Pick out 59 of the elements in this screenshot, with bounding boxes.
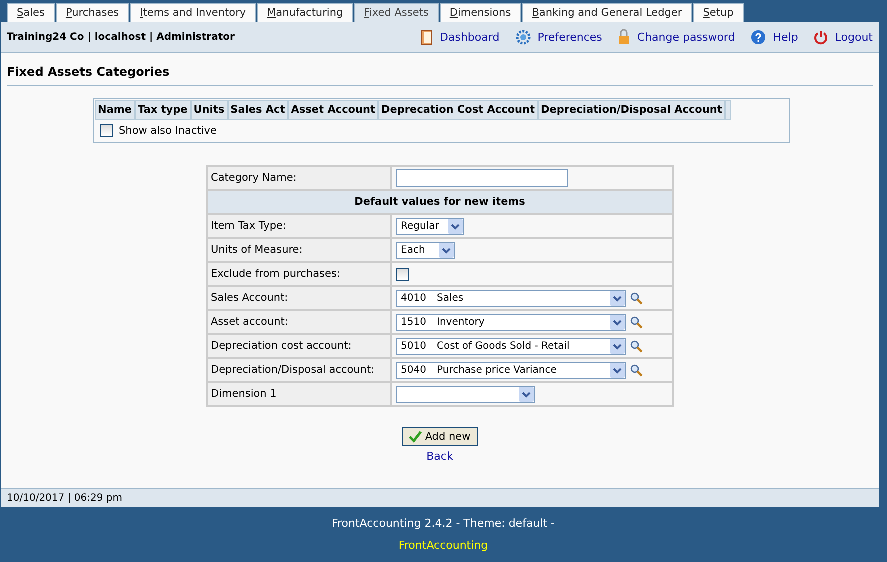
column-header [725,100,732,120]
company-info: Training24 Co | localhost | Administrator [7,32,236,42]
select-field[interactable]: 4010 Sales [396,290,626,306]
header-link[interactable]: Help [751,30,798,44]
menu-tab[interactable]: Sales [7,3,55,22]
field-label: Depreciation cost account: [207,334,391,358]
select-field[interactable]: Regular [396,218,464,234]
checkmark-icon [409,430,422,442]
search-icon[interactable] [630,292,643,304]
checkbox-label: Show also Inactive [119,124,217,136]
field-label: Depreciation/Disposal account: [207,358,391,382]
footer-text: FrontAccounting 2.4.2 - Theme: default - [330,517,556,530]
book-icon [421,30,434,44]
field-label: Category Name: [207,166,391,190]
column-header: Sales Act [228,100,288,120]
add-button[interactable]: Add new [402,427,478,446]
field-label: Item Tax Type: [207,214,391,238]
search-icon[interactable] [630,364,643,376]
select-field[interactable]: 5040 Purchase price Variance [396,362,626,378]
menu-tab[interactable]: Manufacturing [257,3,354,22]
column-header: Asset Account [288,100,378,120]
field-label: Dimension 1 [207,382,391,406]
header-link[interactable]: Dashboard [421,30,500,44]
column-header: Depreciation/Disposal Account [538,100,726,120]
header-link[interactable]: Logout [814,30,873,44]
search-icon[interactable] [630,340,643,352]
menu-tab[interactable]: Fixed Assets [354,3,439,22]
checkbox[interactable] [100,124,113,137]
field-label: Sales Account: [207,286,391,310]
column-header: Units [190,100,228,120]
select-field[interactable] [396,386,535,402]
input-field[interactable] [396,169,568,187]
header-link[interactable]: Change password [618,29,736,45]
column-header: Name [95,100,135,120]
help-icon [751,30,766,44]
menu-tab[interactable]: Setup [693,3,744,22]
field-label: Asset account: [207,310,391,334]
page-title: Fixed Assets Categories [7,65,873,86]
footer-link[interactable]: FrontAccounting [398,539,488,552]
field-label: Exclude from purchases: [207,262,391,286]
power-icon [814,30,828,44]
select-field[interactable]: Each [396,242,455,258]
select-field[interactable]: 5010 Cost of Goods Sold - Retail [396,338,626,354]
checkbox[interactable] [396,268,409,280]
lock-icon [618,29,630,45]
column-header: Tax type [134,100,191,120]
column-header: Deprecation Cost Account [378,100,538,120]
gear-icon [516,30,531,44]
menu-tab[interactable]: Dimensions [440,3,522,22]
menu-tab[interactable]: Purchases [56,3,130,22]
search-icon[interactable] [630,316,643,328]
section-header: Default values for new items [207,190,673,214]
field-label: Units of Measure: [207,238,391,262]
menu-tab[interactable]: Banking and General Ledger [522,3,692,22]
menu-tab[interactable]: Items and Inventory [130,3,256,22]
select-field[interactable]: 1510 Inventory [396,314,626,330]
header-link[interactable]: Preferences [516,30,602,44]
back-link[interactable]: Back [426,450,454,463]
status-bar: 10/10/2017 | 06:29 pm [1,488,879,507]
